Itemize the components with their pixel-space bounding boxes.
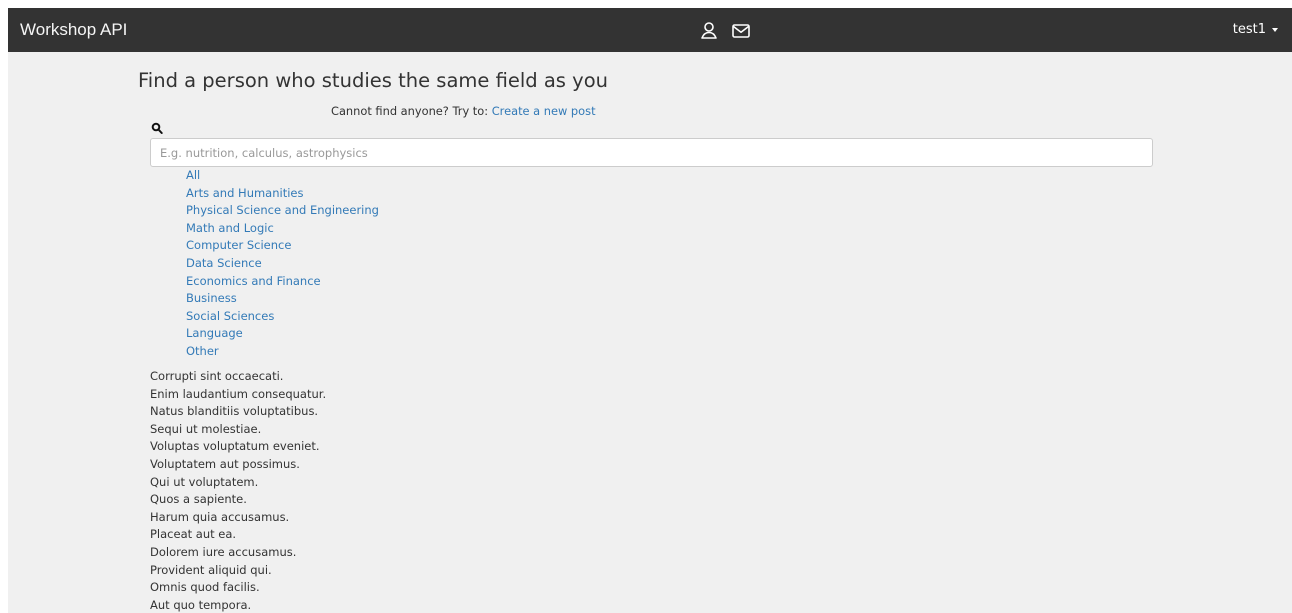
category-link-other[interactable]: Other: [186, 344, 219, 358]
category-item: Math and Logic: [186, 220, 379, 238]
post-list-item: Dolorem iure accusamus.: [150, 544, 297, 559]
create-post-hint: Cannot find anyone? Try to: Create a new…: [331, 103, 596, 119]
category-link-math-and-logic[interactable]: Math and Logic: [186, 221, 274, 235]
post-list: Corrupti sint occaecati. Enim laudantium…: [150, 368, 326, 613]
browser-viewport: Workshop API test1 Find a person who stu…: [0, 0, 1292, 613]
chevron-down-icon: [1272, 27, 1278, 32]
category-item: Computer Science: [186, 237, 379, 255]
brand-link[interactable]: Workshop API: [20, 19, 127, 41]
post-list-item: Aut quo tempora.: [150, 597, 252, 612]
page-title: Find a person who studies the same field…: [138, 69, 608, 92]
category-link-social-sciences[interactable]: Social Sciences: [186, 309, 274, 323]
category-item: All: [186, 167, 379, 185]
post-list-item: Placeat aut ea.: [150, 527, 237, 542]
page-content: Find a person who studies the same field…: [8, 52, 1292, 613]
category-item: Data Science: [186, 255, 379, 273]
post-list-item: Voluptatem aut possimus.: [150, 456, 300, 471]
category-link-data-science[interactable]: Data Science: [186, 256, 262, 270]
post-list-item: Sequi ut molestiae.: [150, 421, 262, 436]
post-list-item: Quos a sapiente.: [150, 492, 247, 507]
user-menu-label: test1: [1232, 22, 1266, 37]
search-input[interactable]: [150, 138, 1153, 167]
user-menu-dropdown[interactable]: test1: [1233, 21, 1278, 39]
category-item: Arts and Humanities: [186, 185, 379, 203]
post-list-item: Provident aliquid qui.: [150, 562, 272, 577]
category-link-all[interactable]: All: [186, 168, 200, 182]
category-item: Physical Science and Engineering: [186, 202, 379, 220]
category-link-business[interactable]: Business: [186, 291, 237, 305]
category-item: Social Sciences: [186, 308, 379, 326]
post-list-item: Harum quia accusamus.: [150, 509, 290, 524]
post-list-item: Voluptas voluptatum eveniet.: [150, 439, 320, 454]
post-list-item: Corrupti sint occaecati.: [150, 369, 284, 383]
category-link-arts-and-humanities[interactable]: Arts and Humanities: [186, 186, 303, 200]
post-list-item: Omnis quod facilis.: [150, 580, 260, 595]
navbar-icons: [698, 20, 752, 42]
category-link-language[interactable]: Language: [186, 326, 243, 340]
category-item: Other: [186, 343, 379, 361]
category-item: Economics and Finance: [186, 273, 379, 291]
post-list-item: Enim laudantium consequatur.: [150, 386, 327, 401]
mail-icon[interactable]: [730, 20, 752, 42]
post-list-item: Natus blanditiis voluptatibus.: [150, 404, 319, 419]
user-icon[interactable]: [698, 20, 720, 42]
category-list: All Arts and Humanities Physical Science…: [186, 167, 379, 361]
hint-text: Cannot find anyone? Try to:: [331, 104, 489, 118]
top-navbar: Workshop API test1: [8, 8, 1292, 52]
search-icon: [151, 122, 163, 134]
category-item: Language: [186, 325, 379, 343]
category-item: Business: [186, 290, 379, 308]
category-link-economics-and-finance[interactable]: Economics and Finance: [186, 274, 321, 288]
create-new-post-link[interactable]: Create a new post: [492, 104, 596, 118]
post-list-item: Qui ut voluptatem.: [150, 474, 259, 489]
category-link-physical-science-and-engineering[interactable]: Physical Science and Engineering: [186, 203, 379, 217]
category-link-computer-science[interactable]: Computer Science: [186, 238, 291, 252]
